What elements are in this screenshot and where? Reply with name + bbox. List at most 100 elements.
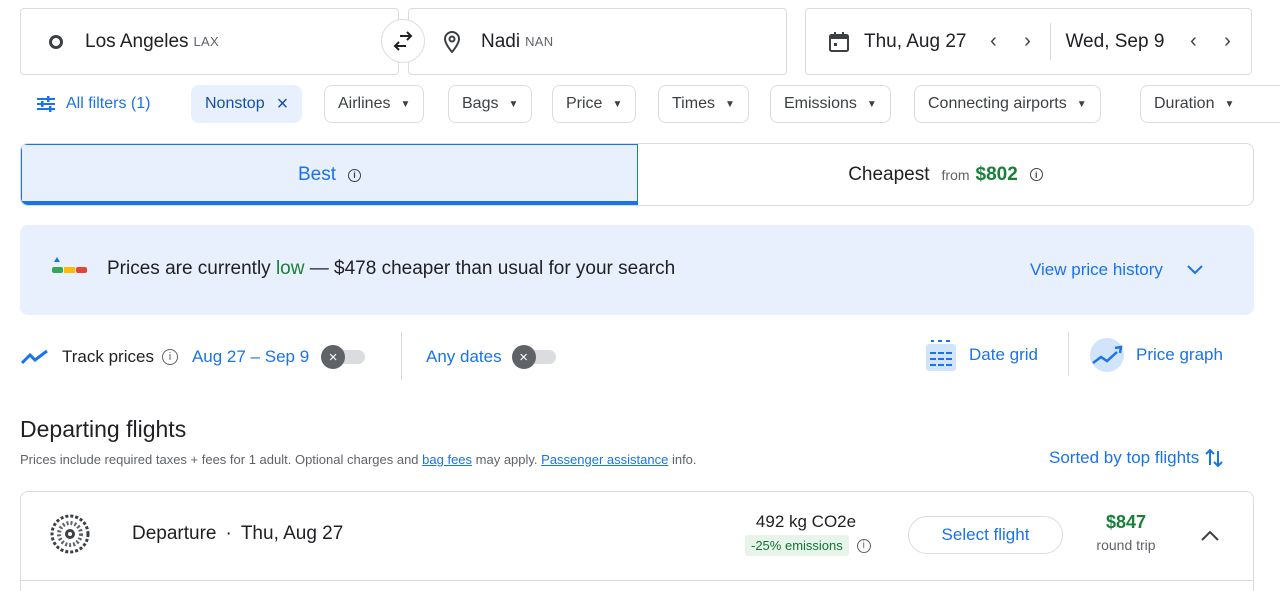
note-suffix: info. bbox=[668, 452, 697, 467]
chevron-down-icon: ▼ bbox=[1224, 98, 1235, 110]
depart-date: Thu, Aug 27 bbox=[864, 30, 967, 52]
origin-city: Los Angeles bbox=[85, 30, 189, 52]
view-price-history-button[interactable]: View price history bbox=[1030, 260, 1203, 280]
view-price-history-label: View price history bbox=[1030, 260, 1163, 279]
date-divider bbox=[1050, 23, 1052, 60]
date-grid-button[interactable]: Date grid bbox=[925, 337, 1038, 373]
airline-logo-icon bbox=[50, 514, 90, 554]
all-filters-label: All filters (1) bbox=[66, 95, 151, 112]
cheapest-from-label: from bbox=[941, 166, 970, 183]
emissions-block: 492 kg CO2e -25% emissions i bbox=[741, 512, 911, 556]
chevron-down-icon: ▼ bbox=[724, 98, 735, 110]
close-icon: × bbox=[511, 345, 536, 369]
swap-icon bbox=[393, 31, 413, 51]
price-graph-button[interactable]: Price graph bbox=[1088, 336, 1223, 374]
filter-chip-price[interactable]: Price ▼ bbox=[552, 85, 637, 123]
location-pin-icon bbox=[443, 30, 461, 53]
price-insight-banner: Prices are currently low — $478 cheaper … bbox=[20, 225, 1254, 315]
chip-label: Emissions bbox=[784, 95, 857, 112]
passenger-assistance-link[interactable]: Passenger assistance bbox=[541, 452, 668, 467]
any-dates-toggle[interactable]: × bbox=[511, 345, 556, 369]
departure-info: Departure · Thu, Aug 27 bbox=[132, 523, 343, 545]
insight-prefix: Prices are currently bbox=[107, 258, 276, 279]
tab-best[interactable]: Best i bbox=[21, 144, 638, 205]
chip-label: Duration bbox=[1154, 95, 1215, 112]
track-prices-label: Track prices bbox=[62, 347, 154, 366]
filter-chip-emissions[interactable]: Emissions ▼ bbox=[770, 85, 891, 123]
trending-icon bbox=[20, 349, 48, 365]
filter-chip-times[interactable]: Times ▼ bbox=[658, 85, 749, 123]
destination-city: Nadi bbox=[481, 30, 521, 52]
track-prices-section: Track prices i Aug 27 – Sep 9 × bbox=[20, 343, 366, 371]
bag-fees-link[interactable]: bag fees bbox=[422, 452, 472, 467]
track-range-toggle[interactable]: × bbox=[321, 345, 366, 369]
insight-suffix: — $478 cheaper than usual for your searc… bbox=[304, 258, 676, 279]
chevron-down-icon bbox=[1187, 265, 1203, 275]
vertical-divider bbox=[401, 332, 402, 380]
track-range: Aug 27 – Sep 9 bbox=[191, 347, 310, 366]
chevron-down-icon: ▼ bbox=[400, 98, 411, 110]
return-next-button[interactable]: › bbox=[1210, 30, 1244, 53]
filter-chip-connecting-airports[interactable]: Connecting airports ▼ bbox=[914, 85, 1101, 123]
chevron-down-icon: ▼ bbox=[612, 98, 623, 110]
origin-code: LAX bbox=[193, 34, 220, 49]
chevron-down-icon: ▼ bbox=[1076, 98, 1087, 110]
depart-next-button[interactable]: › bbox=[1010, 30, 1044, 53]
dates-field[interactable]: Thu, Aug 27 ‹ › Wed, Sep 9 ‹ › bbox=[805, 8, 1252, 75]
price-graph-label: Price graph bbox=[1136, 345, 1223, 364]
select-flight-button[interactable]: Select flight bbox=[908, 516, 1063, 554]
origin-circle-icon bbox=[49, 34, 63, 49]
info-icon[interactable]: i bbox=[348, 168, 362, 182]
calendar-icon bbox=[829, 31, 849, 52]
info-icon[interactable]: i bbox=[161, 349, 178, 365]
chip-label: Bags bbox=[462, 95, 499, 112]
chip-label: Connecting airports bbox=[928, 95, 1067, 112]
close-icon: × bbox=[321, 345, 346, 369]
info-icon[interactable]: i bbox=[856, 538, 871, 553]
depart-prev-button[interactable]: ‹ bbox=[976, 30, 1010, 53]
note-mid: may apply. bbox=[472, 452, 542, 467]
emissions-badge: -25% emissions bbox=[745, 535, 849, 556]
filter-chip-bags[interactable]: Bags ▼ bbox=[448, 85, 533, 123]
any-dates-section: Any dates × bbox=[426, 343, 556, 371]
flight-card[interactable]: Departure · Thu, Aug 27 492 kg CO2e -25%… bbox=[20, 491, 1254, 591]
origin-field[interactable]: Los Angeles LAX bbox=[20, 8, 399, 75]
close-icon[interactable]: × bbox=[277, 94, 289, 114]
chip-label: Times bbox=[672, 95, 715, 112]
date-grid-label: Date grid bbox=[969, 345, 1038, 364]
sort-tabs: Best i Cheapest from $802 i bbox=[20, 143, 1254, 206]
swap-button[interactable] bbox=[381, 19, 425, 63]
departure-label: Departure bbox=[132, 523, 217, 544]
note-prefix: Prices include required taxes + fees for… bbox=[20, 452, 423, 467]
price-insight-text: Prices are currently low — $478 cheaper … bbox=[107, 258, 675, 280]
tab-cheapest[interactable]: Cheapest from $802 i bbox=[638, 144, 1253, 205]
chip-label: Airlines bbox=[338, 95, 391, 112]
emissions-value: 492 kg CO2e bbox=[755, 512, 857, 531]
cheapest-price: $802 bbox=[975, 163, 1018, 185]
chip-label: Price bbox=[566, 95, 603, 112]
any-dates-label: Any dates bbox=[426, 347, 502, 366]
card-divider bbox=[21, 580, 1253, 581]
filter-chip-airlines[interactable]: Airlines ▼ bbox=[324, 85, 425, 123]
sort-label: Sorted by top flights bbox=[1049, 448, 1200, 467]
flight-price: $847 bbox=[1105, 512, 1147, 532]
return-date: Wed, Sep 9 bbox=[1065, 30, 1165, 52]
tab-cheapest-label: Cheapest bbox=[848, 163, 930, 185]
all-filters-button[interactable]: All filters (1) bbox=[36, 92, 150, 116]
chevron-up-icon[interactable] bbox=[1201, 530, 1219, 542]
insight-level: low bbox=[275, 258, 305, 279]
info-icon[interactable]: i bbox=[1029, 168, 1043, 181]
destination-field[interactable]: Nadi NAN bbox=[408, 8, 787, 75]
sort-icon bbox=[1205, 448, 1223, 468]
filter-chip-nonstop[interactable]: Nonstop × bbox=[191, 85, 303, 123]
return-prev-button[interactable]: ‹ bbox=[1176, 30, 1210, 53]
price-graph-icon bbox=[1090, 338, 1124, 372]
filter-chip-duration[interactable]: Duration ▼ bbox=[1140, 85, 1280, 123]
chip-label: Nonstop bbox=[205, 95, 265, 112]
sort-button[interactable]: Sorted by top flights bbox=[1049, 446, 1223, 470]
destination-code: NAN bbox=[525, 34, 554, 49]
date-grid-icon bbox=[926, 340, 956, 371]
price-level-icon bbox=[52, 257, 87, 273]
separator-dot: · bbox=[225, 523, 232, 544]
price-note: round trip bbox=[1096, 537, 1156, 553]
